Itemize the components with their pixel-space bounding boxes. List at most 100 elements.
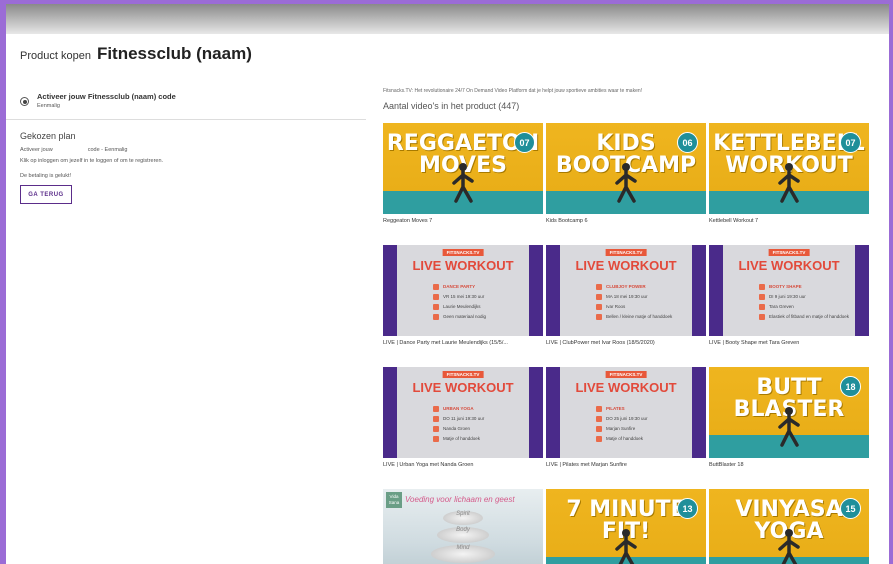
clock-icon (596, 293, 602, 300)
plan-line-start: Activeer jouw (20, 147, 53, 153)
stone-middle: Body (437, 527, 489, 543)
video-thumbnail[interactable]: Vida Sana Voeding voor lichaam en geest … (383, 489, 543, 564)
brand-tag: FITSNACKS.TV (605, 371, 647, 378)
video-title[interactable]: Kettlebell Workout 7 (709, 218, 869, 224)
video-card[interactable]: FITSNACKS.TV LIVE WORKOUT PILATES DO 25 … (546, 367, 706, 468)
brand-tag: FITSNACKS.TV (605, 249, 647, 256)
video-title[interactable]: Reggeaton Moves 7 (383, 218, 543, 224)
session-equipment: Geen materiaal nodig (443, 314, 487, 319)
brand-tag: FITSNACKS.TV (442, 249, 484, 256)
vida-sana-logo: Vida Sana (386, 492, 402, 508)
video-title[interactable]: LIVE | Urban Yoga met Nanda Groen (383, 462, 543, 468)
live-title-text: LIVE WORKOUT (412, 380, 514, 395)
equipment-icon (596, 435, 602, 442)
video-thumbnail[interactable]: FITSNACKS.TV LIVE WORKOUT URBAN YOGA DO … (383, 367, 543, 458)
video-card[interactable]: 7 MINUTE FIT! 13 7 Minute Fit! 13 (546, 489, 706, 564)
live-title-text: LIVE WORKOUT (738, 258, 840, 273)
calendar-icon (433, 405, 439, 412)
app-window: Product kopen Fitnessclub (naam) Activee… (6, 4, 889, 564)
video-card[interactable]: BUTT BLASTER 18 ButtBlaster 18 (709, 367, 869, 468)
live-session-info: DANCE PARTY VR 15 mei 19:30 uur Laurie M… (433, 282, 486, 322)
stone-bottom: Mind (431, 545, 495, 563)
video-thumbnail[interactable]: BUTT BLASTER 18 (709, 367, 869, 458)
clock-icon (433, 415, 439, 422)
plan-heading: Gekozen plan (20, 131, 76, 141)
video-thumbnail[interactable]: KETTLEBELL WORKOUT 07 (709, 123, 869, 214)
page-header: Product kopen Fitnessclub (naam) (20, 44, 252, 64)
live-session-info: CLUBJOY POWER MA 18 mei 19:30 uur Ivar R… (596, 282, 672, 322)
option-title: Activeer jouw Fitnessclub (naam) code (37, 92, 176, 101)
person-icon (759, 303, 765, 310)
video-title[interactable]: Kids Bootcamp 6 (546, 218, 706, 224)
session-class: URBAN YOGA (443, 406, 474, 411)
live-workout-title: LIVE WORKOUT (397, 381, 529, 395)
video-thumbnail[interactable]: FITSNACKS.TV LIVE WORKOUT DANCE PARTY VR… (383, 245, 543, 336)
athlete-figure (452, 163, 474, 203)
live-session-info: BOOTY SHAPE DI 9 juni 19:30 uur Tara Gre… (759, 282, 849, 322)
stone-top: Spirit (443, 511, 483, 525)
video-thumbnail[interactable]: FITSNACKS.TV LIVE WORKOUT PILATES DO 25 … (546, 367, 706, 458)
episode-number-badge: 07 (514, 132, 535, 153)
live-workout-title: LIVE WORKOUT (723, 259, 855, 273)
live-title-text: LIVE WORKOUT (575, 258, 677, 273)
thumbnail-title: Voeding voor lichaam en geest (405, 495, 515, 504)
video-thumbnail[interactable]: REGGAETON MOVES 07 (383, 123, 543, 214)
clock-icon (596, 415, 602, 422)
video-card[interactable]: KETTLEBELL WORKOUT 07 Kettlebell Workout… (709, 123, 869, 224)
session-class: DANCE PARTY (443, 284, 476, 289)
video-card[interactable]: FITSNACKS.TV LIVE WORKOUT BOOTY SHAPE DI… (709, 245, 869, 346)
video-card[interactable]: FITSNACKS.TV LIVE WORKOUT CLUBJOY POWER … (546, 245, 706, 346)
live-session-info: URBAN YOGA DO 11 juni 19:30 uur Nanda Gr… (433, 404, 484, 444)
equipment-icon (433, 435, 439, 442)
episode-number-badge: 15 (840, 498, 861, 519)
session-trainer: Laurie Meulendijks (443, 304, 481, 309)
session-trainer: Ivar Roos (606, 304, 626, 309)
session-time: DO 25 juni 19:30 uur (606, 416, 648, 421)
video-card[interactable]: KIDS BOOTCAMP 06 Kids Bootcamp 6 (546, 123, 706, 224)
page-title-prefix: Product kopen (20, 50, 91, 62)
session-time: DI 9 juni 19:30 uur (769, 294, 806, 299)
login-hint: Klik op inloggen om jezelf in te loggen … (20, 158, 164, 164)
video-thumbnail[interactable]: FITSNACKS.TV LIVE WORKOUT BOOTY SHAPE DI… (709, 245, 869, 336)
clock-icon (759, 293, 765, 300)
code-option[interactable]: Activeer jouw Fitnessclub (naam) code Ee… (20, 92, 366, 109)
live-title-text: LIVE WORKOUT (575, 380, 677, 395)
video-title[interactable]: LIVE | Booty Shape met Tara Greven (709, 340, 869, 346)
session-class: CLUBJOY POWER (606, 284, 646, 289)
video-card[interactable]: FITSNACKS.TV LIVE WORKOUT DANCE PARTY VR… (383, 245, 543, 346)
session-class: BOOTY SHAPE (769, 284, 802, 289)
athlete-figure (778, 407, 800, 447)
live-title-text: LIVE WORKOUT (412, 258, 514, 273)
video-card[interactable]: Vida Sana Voeding voor lichaam en geest … (383, 489, 543, 564)
session-equipment: Bellen / kleine matje of handdoek (606, 314, 673, 319)
calendar-icon (433, 283, 439, 290)
episode-number-badge: 18 (840, 376, 861, 397)
episode-number-badge: 06 (677, 132, 698, 153)
video-title[interactable]: LIVE | ClubPower met Ivar Roos (18/5/202… (546, 340, 706, 346)
video-card[interactable]: REGGAETON MOVES 07 Reggeaton Moves 7 (383, 123, 543, 224)
video-title[interactable]: LIVE | Pilates met Marjan Sunfire (546, 462, 706, 468)
video-card[interactable]: FITSNACKS.TV LIVE WORKOUT URBAN YOGA DO … (383, 367, 543, 468)
person-icon (596, 303, 602, 310)
live-workout-title: LIVE WORKOUT (560, 381, 692, 395)
person-icon (433, 303, 439, 310)
live-workout-title: LIVE WORKOUT (397, 259, 529, 273)
video-card[interactable]: VINYASA YOGA 15 Vinyasa Yoga 15 (709, 489, 869, 564)
divider (6, 119, 366, 120)
radio-selected-icon[interactable] (20, 97, 29, 106)
session-time: MA 18 mei 19:30 uur (606, 294, 648, 299)
live-session-info: PILATES DO 25 juni 19:30 uur Marjan Sunf… (596, 404, 648, 444)
person-icon (596, 425, 602, 432)
video-thumbnail[interactable]: KIDS BOOTCAMP 06 (546, 123, 706, 214)
athlete-figure (778, 163, 800, 203)
video-title[interactable]: ButtBlaster 18 (709, 462, 869, 468)
video-thumbnail[interactable]: FITSNACKS.TV LIVE WORKOUT CLUBJOY POWER … (546, 245, 706, 336)
back-button[interactable]: GA TERUG (20, 185, 72, 204)
video-thumbnail[interactable]: VINYASA YOGA 15 (709, 489, 869, 564)
video-count: Aantal video's in het product (447) (383, 101, 520, 111)
brand-tag: FITSNACKS.TV (442, 371, 484, 378)
video-title[interactable]: LIVE | Dance Party met Laurie Meulendijk… (383, 340, 543, 346)
video-thumbnail[interactable]: 7 MINUTE FIT! 13 (546, 489, 706, 564)
plan-line-end: code - Eenmalig (87, 147, 128, 153)
option-subtitle: Eenmalig (37, 103, 60, 109)
